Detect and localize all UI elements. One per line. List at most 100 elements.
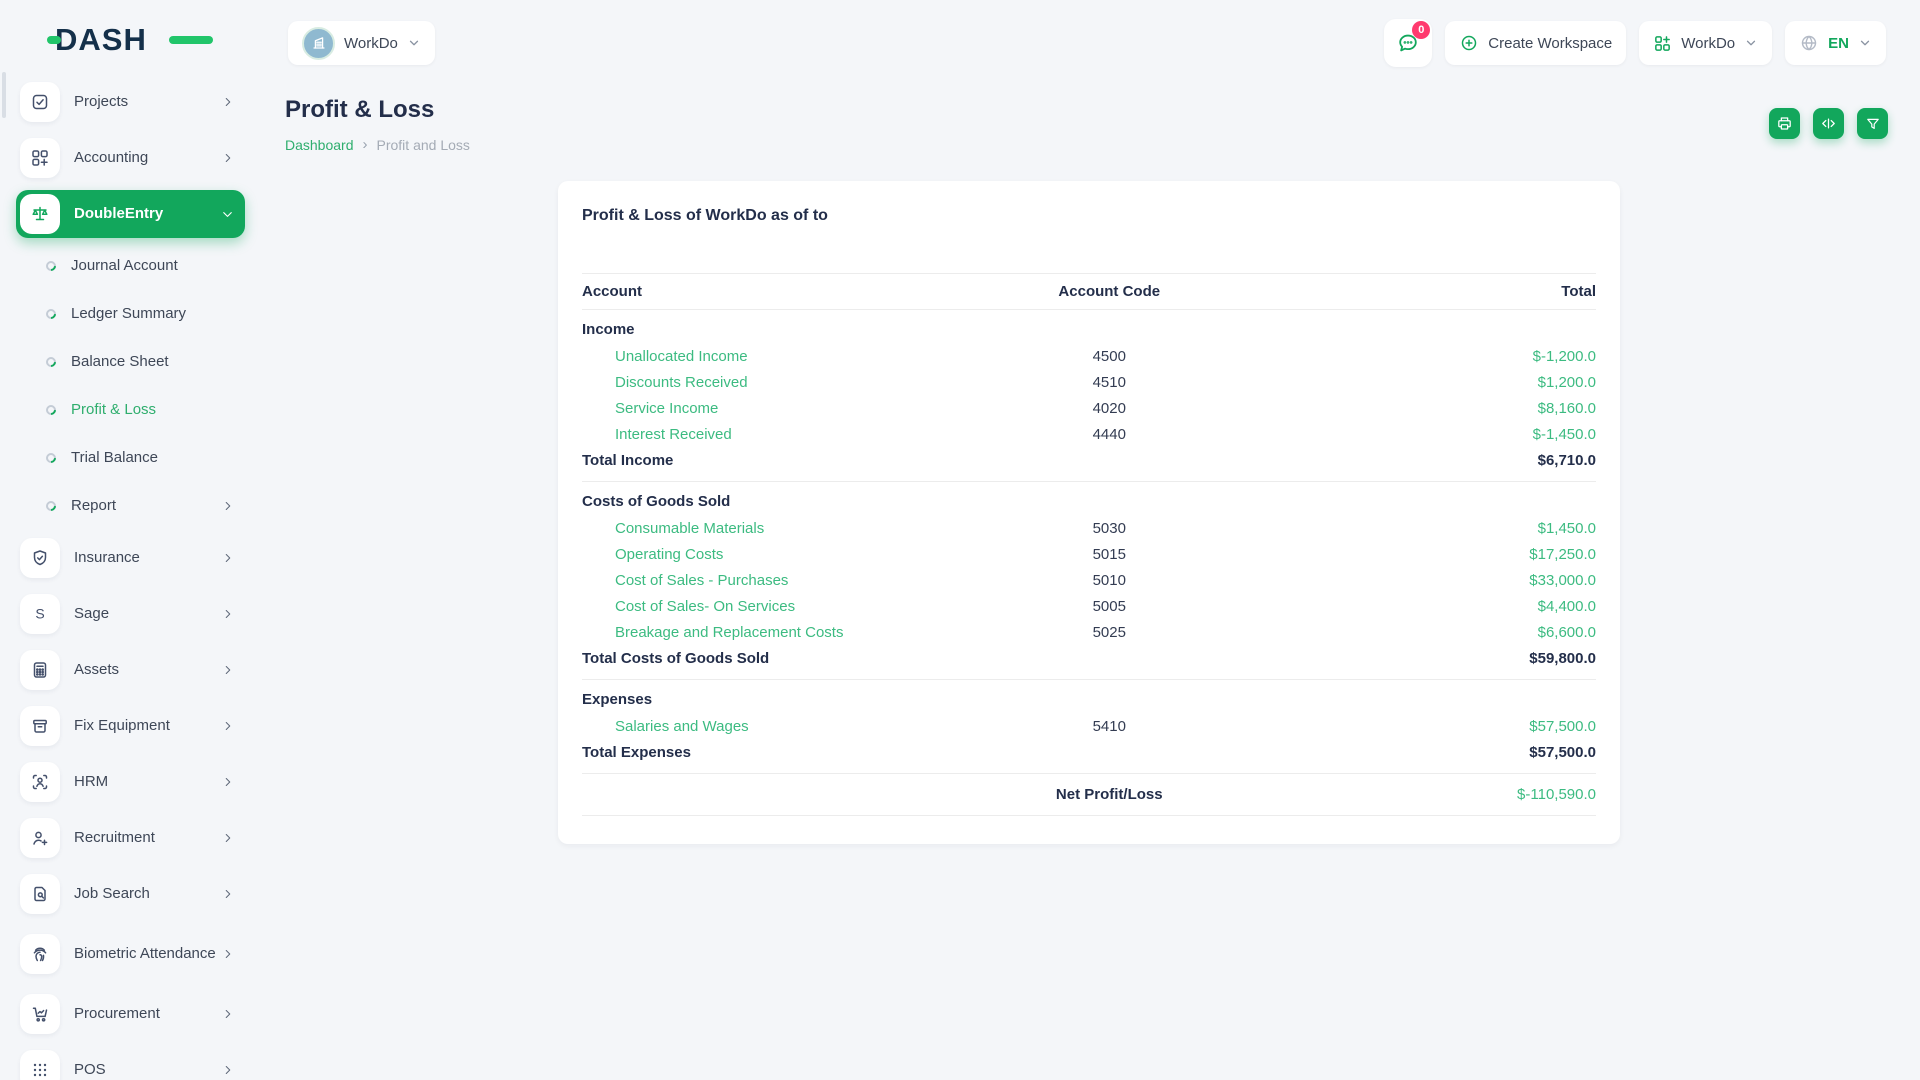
company-menu-label: WorkDo [1681,35,1735,52]
section-header-row-expenses: Expenses [582,680,1596,714]
account-link[interactable]: Salaries and Wages [615,718,749,735]
submenu-bullet-icon [44,259,58,273]
account-total: $1,450.0 [1251,515,1596,541]
print-button[interactable] [1769,108,1800,139]
sidebar-item-procurement[interactable]: Procurement [16,990,245,1038]
sidebar-item-label: Biometric Attendance [74,945,216,962]
sidebar-item-label: Accounting [74,149,148,166]
section-header-row-costs-of-goods-sold: Costs of Goods Sold [582,482,1596,516]
total-value: $57,500.0 [1251,739,1596,774]
sidebar-item-label: Job Search [74,885,150,902]
table-header-row: Account Account Code Total [582,274,1596,310]
page-title: Profit & Loss [285,96,470,124]
account-total: $1,200.0 [1251,369,1596,395]
workspace-switcher[interactable]: WorkDo [288,21,435,65]
file-search-icon [20,874,60,914]
page-header: Profit & Loss Dashboard › Profit and Los… [265,72,1920,153]
net-profit-loss-row: Net Profit/Loss$-110,590.0 [582,774,1596,816]
sidebar-item-doubleentry[interactable]: DoubleEntry [16,190,245,238]
account-link[interactable]: Cost of Sales - Purchases [615,572,788,589]
account-link[interactable]: Discounts Received [615,374,748,391]
messages-button[interactable]: 0 [1384,19,1432,67]
submenu-bullet-icon [44,355,58,369]
sidebar-item-recruitment[interactable]: Recruitment [16,814,245,862]
column-header-account: Account [582,274,967,310]
sidebar-item-accounting[interactable]: Accounting [16,134,245,182]
sidebar-item-journal-account[interactable]: Journal Account [16,246,245,286]
section-name: Costs of Goods Sold [582,482,1596,516]
account-code: 5030 [967,515,1251,541]
total-row-total-expenses: Total Expenses $57,500.0 [582,739,1596,774]
account-link[interactable]: Cost of Sales- On Services [615,598,795,615]
sidebar-item-label: Projects [74,93,128,110]
account-link[interactable]: Service Income [615,400,718,417]
sidebar-item-pos[interactable]: POS [16,1046,245,1080]
archive-icon [20,706,60,746]
chevron-right-icon [221,831,235,845]
sidebar-item-biometric-attendance[interactable]: Biometric Attendance [16,926,245,982]
breadcrumb-dashboard-link[interactable]: Dashboard [285,137,354,153]
sidebar-item-label: Trial Balance [71,449,158,466]
filter-button[interactable] [1857,108,1888,139]
total-row-total-income: Total Income$6,710.0 [582,447,1596,482]
create-workspace-label: Create Workspace [1488,35,1612,52]
sidebar-item-assets[interactable]: Assets [16,646,245,694]
sidebar-item-hrm[interactable]: HRM [16,758,245,806]
sidebar-item-trial-balance[interactable]: Trial Balance [16,438,245,478]
sidebar-item-report[interactable]: Report [16,486,245,526]
total-label: Total Costs of Goods Sold [582,645,967,680]
sidebar-item-job-search[interactable]: Job Search [16,870,245,918]
app-logo[interactable]: DASH [55,22,195,58]
account-link[interactable]: Interest Received [615,426,732,443]
sidebar-item-label: POS [74,1061,106,1078]
account-code: 5015 [967,541,1251,567]
account-row-cost-of-sales-purchases: Cost of Sales - Purchases5010$33,000.0 [582,567,1596,593]
sidebar-item-projects[interactable]: Projects [16,78,245,126]
account-total: $57,500.0 [1251,713,1596,739]
account-row-consumable-materials: Consumable Materials 5030$1,450.0 [582,515,1596,541]
total-label: Total Income [582,447,967,482]
sidebar-item-label: Fix Equipment [74,717,170,734]
tasks-icon [20,82,60,122]
total-label: Total Expenses [582,739,967,774]
sidebar-item-profit-and-loss[interactable]: Profit & Loss [16,390,245,430]
create-workspace-button[interactable]: Create Workspace [1445,21,1626,65]
sidebar-item-ledger-summary[interactable]: Ledger Summary [16,294,245,334]
account-total: $33,000.0 [1251,567,1596,593]
globe-icon [1799,33,1819,53]
logo-accent-bar [169,36,213,44]
account-row-cost-of-sales-on-services: Cost of Sales- On Services5005$4,400.0 [582,593,1596,619]
breadcrumb-separator-icon: › [363,136,368,153]
sidebar-item-balance-sheet[interactable]: Balance Sheet [16,342,245,382]
submenu-bullet-icon [44,307,58,321]
account-link[interactable]: Breakage and Replacement Costs [615,624,843,641]
sidebar-item-fix-equipment[interactable]: Fix Equipment [16,702,245,750]
sidebar-item-label: HRM [74,773,108,790]
chevron-down-icon [407,36,421,50]
chevron-right-icon [221,887,235,901]
account-row-unallocated-income: Unallocated Income4500$-1,200.0 [582,343,1596,369]
account-row-discounts-received: Discounts Received4510$1,200.0 [582,369,1596,395]
topbar: WorkDo 0 Create Workspace WorkDo EN [265,0,1920,72]
messages-badge: 0 [1412,21,1430,39]
section-name: Expenses [582,680,1596,714]
sidebar-scrollbar[interactable] [2,72,6,118]
account-link[interactable]: Consumable Materials [615,520,764,537]
export-button[interactable] [1813,108,1844,139]
user-plus-icon [20,818,60,858]
account-link[interactable]: Unallocated Income [615,348,748,365]
user-scan-icon [20,762,60,802]
sidebar-item-label: Procurement [74,1005,160,1022]
language-menu[interactable]: EN [1785,21,1886,65]
account-link[interactable]: Operating Costs [615,546,723,563]
account-code: 4020 [967,395,1251,421]
sidebar-item-label: Profit & Loss [71,401,156,418]
company-menu[interactable]: WorkDo [1639,21,1772,65]
account-row-salaries-and-wages: Salaries and Wages5410$57,500.0 [582,713,1596,739]
logo-accent-dot [47,36,61,44]
chevron-right-icon [221,499,235,513]
sidebar-nav: Projects Accounting DoubleEntry Journal Acc… [0,78,265,1080]
profit-loss-card: Profit & Loss of WorkDo as of to Account… [558,181,1620,844]
sidebar-item-insurance[interactable]: Insurance [16,534,245,582]
sidebar-item-sage[interactable]: SSage [16,590,245,638]
